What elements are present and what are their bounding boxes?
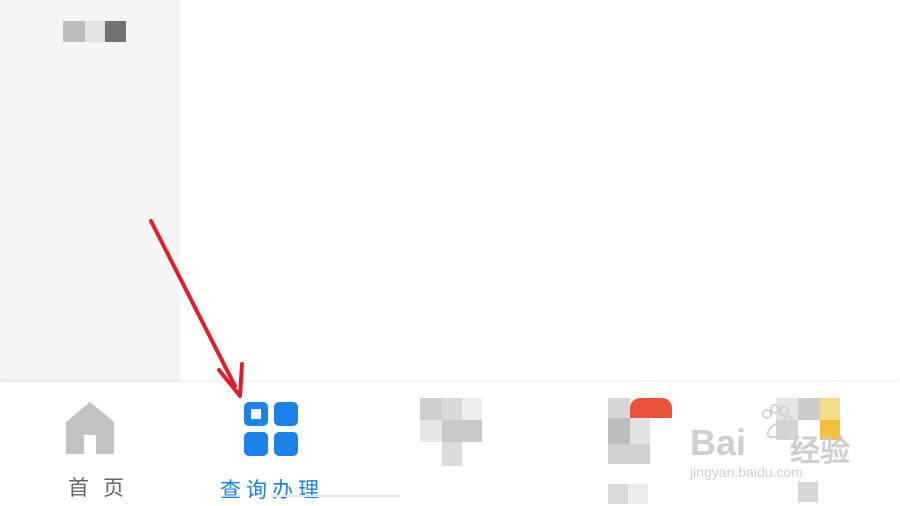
pixelated-text [105, 21, 126, 42]
grid-icon [244, 402, 298, 456]
notification-badge [630, 398, 672, 418]
blurred-icon [608, 388, 672, 506]
paw-logo-icon [762, 404, 793, 439]
pixelated-text [63, 21, 85, 42]
tab-home-label: 首页 [68, 476, 138, 500]
tab-blurred-3[interactable] [360, 382, 540, 506]
watermark: Bai 经验 jingyan.baidu.com [690, 400, 890, 480]
tab-query-handle[interactable]: 查询办理 [180, 382, 360, 506]
blurred-icon [420, 398, 482, 466]
left-sidebar [0, 0, 180, 382]
watermark-url: jingyan.baidu.com [690, 464, 803, 480]
pixelated-text [85, 21, 105, 42]
watermark-brand: Bai [690, 422, 747, 463]
content-area [180, 0, 900, 382]
home-icon [66, 402, 114, 454]
home-indicator-bar [270, 495, 400, 497]
tab-home[interactable]: 首页 [0, 382, 180, 506]
tab-query-label: 查询办理 [220, 478, 324, 502]
app-screen: 首页 查询办理 Bai 经验 jingyan.baidu.com [0, 0, 900, 506]
